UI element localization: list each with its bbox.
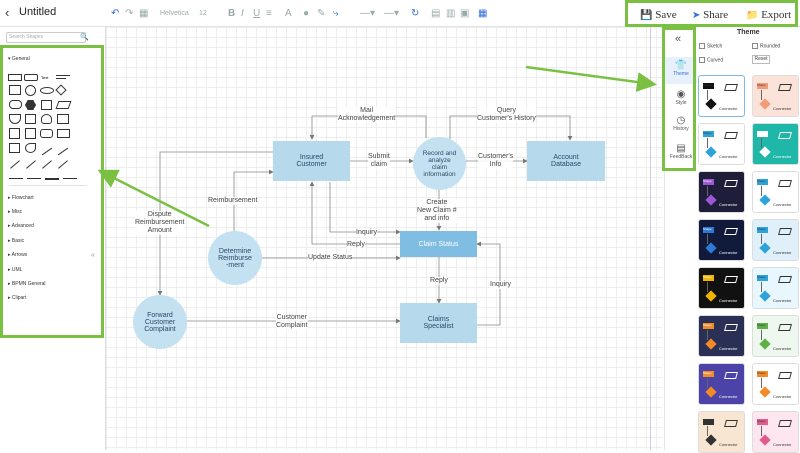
arrow-to-left-panel — [97, 169, 210, 228]
arrow-to-right-sidebar — [525, 65, 657, 92]
annotation-arrows — [97, 65, 657, 228]
